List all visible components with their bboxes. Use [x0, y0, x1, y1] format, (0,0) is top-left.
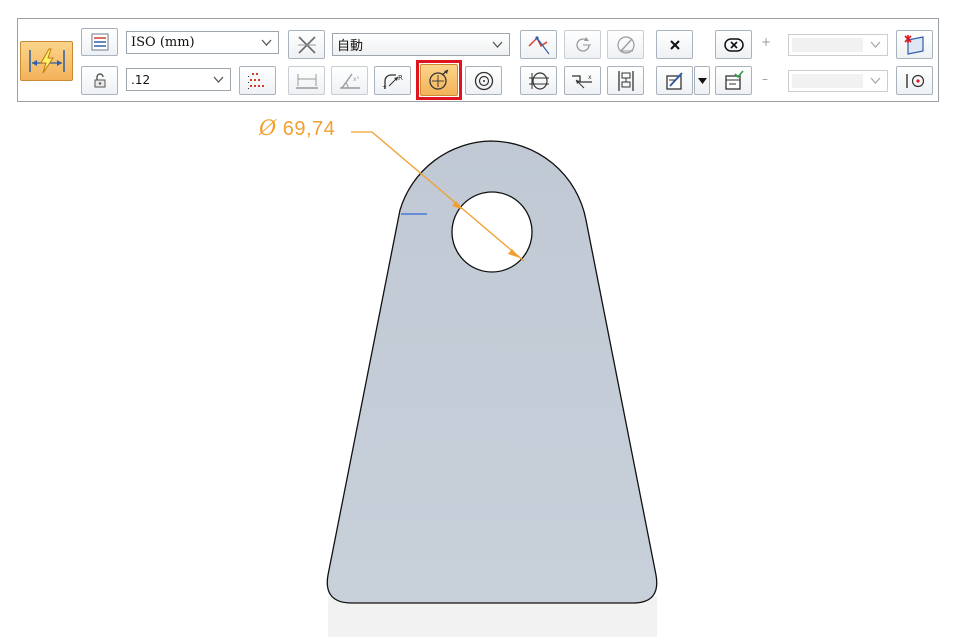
angle-button[interactable]: [607, 30, 644, 59]
dimension-toolbar: ISO (mm) .12 自動 x° R + + x –: [17, 18, 939, 102]
dimension-standard-combo[interactable]: ISO (mm): [126, 31, 279, 54]
diameter-value: 69,74: [282, 118, 336, 140]
smart-dimension-icon: [28, 48, 65, 74]
ex-button[interactable]: [715, 30, 752, 59]
stack-button[interactable]: [607, 66, 644, 95]
dimension-standard-value: ISO (mm): [131, 35, 195, 50]
point-icon: [905, 73, 924, 88]
rotate-button[interactable]: [564, 30, 601, 59]
distance-between-button[interactable]: [288, 66, 325, 95]
radius-icon: R +: [382, 74, 403, 91]
drawing-canvas[interactable]: [0, 104, 976, 637]
precision-icon: [247, 72, 264, 89]
dimension-style-button[interactable]: [81, 28, 118, 56]
placement-mode-combo[interactable]: 自動: [332, 33, 510, 56]
diameter-button[interactable]: [420, 64, 458, 96]
precision-style-button[interactable]: [239, 66, 276, 95]
svg-text:x°: x°: [353, 76, 360, 83]
jog-icon: x: [571, 74, 592, 88]
cross-out-icon: [297, 35, 316, 54]
lock-icon: [94, 72, 105, 87]
distance-between-icon: [295, 73, 318, 89]
close-button[interactable]: [656, 30, 693, 59]
angle-between-icon: x°: [339, 73, 360, 89]
concentric-icon: [474, 71, 493, 90]
rotate-icon: [575, 36, 591, 52]
point-button[interactable]: [896, 66, 933, 95]
chevron-down-icon: [870, 41, 881, 48]
smart-dimension-button[interactable]: [20, 41, 73, 81]
symmetric-button[interactable]: [520, 30, 557, 59]
concentric-button[interactable]: [465, 66, 502, 95]
coordinate-icon: [528, 71, 549, 90]
lower-tolerance-combo[interactable]: [788, 70, 888, 92]
diameter-symbol: Ø: [259, 116, 277, 140]
cross-out-button[interactable]: [288, 30, 325, 59]
list-check-icon: [724, 69, 744, 90]
chevron-down-icon: [261, 39, 272, 46]
precision-value: .12: [131, 72, 151, 87]
lock-button[interactable]: [81, 66, 118, 95]
edit-icon: [665, 71, 683, 90]
precision-combo[interactable]: .12: [126, 68, 231, 91]
symmetric-icon: [528, 35, 549, 54]
coordinate-button[interactable]: [520, 66, 557, 95]
hole-circle[interactable]: [451, 191, 533, 273]
edit-dropdown-button[interactable]: [694, 66, 710, 95]
chevron-down-icon: [870, 77, 881, 84]
minus-sign: –: [762, 72, 768, 86]
placement-mode-value: 自動: [337, 39, 364, 54]
angle-icon: [616, 35, 635, 54]
dropdown-arrow-icon: [697, 77, 707, 84]
angle-between-button[interactable]: x°: [331, 66, 368, 95]
diameter-dimension-label[interactable]: Ø 69,74: [259, 116, 335, 141]
svg-text:x: x: [588, 74, 592, 81]
stack-icon: [617, 70, 634, 91]
jog-button[interactable]: x: [564, 66, 601, 95]
chevron-down-icon: [492, 41, 503, 48]
ex-icon: [723, 37, 744, 52]
svg-text:R: R: [398, 74, 403, 82]
sketch-plane-button[interactable]: [896, 30, 933, 59]
diameter-icon: [429, 69, 449, 90]
plus-sign: +: [761, 35, 772, 49]
list-check-button[interactable]: [715, 66, 752, 95]
edit-button[interactable]: [656, 66, 693, 95]
dimension-style-icon: [91, 33, 108, 51]
upper-tolerance-combo[interactable]: [788, 34, 888, 56]
chevron-down-icon: [213, 76, 224, 83]
radius-button[interactable]: R +: [374, 66, 411, 95]
sketch-plane-icon: [903, 34, 924, 55]
svg-text:+: +: [382, 84, 387, 91]
close-icon: [669, 39, 680, 50]
